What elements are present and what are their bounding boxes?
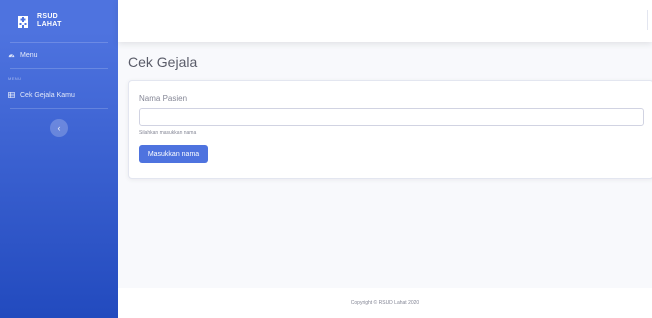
name-help-text: Silahkan masukkan nama [139, 130, 197, 136]
sidebar-toggle-wrap: ‹ [0, 109, 118, 137]
footer: Copyright © RSUD Lahat 2020 [118, 288, 652, 318]
form-card: Nama Pasien Silahkan masukkan nama Masuk… [128, 80, 652, 179]
sidebar-heading: MENU [8, 76, 22, 81]
sidebar-item-cek-gejala[interactable]: Cek Gejala Kamu [0, 83, 118, 108]
brand-text: RSUD LAHAT [37, 13, 62, 29]
sidebar-toggle-button[interactable]: ‹ [50, 119, 68, 137]
name-input[interactable] [139, 108, 644, 126]
submit-name-button[interactable]: Masukkan nama [139, 145, 208, 163]
page-title: Cek Gejala [128, 54, 198, 70]
copyright-text: Copyright © RSUD Lahat 2020 [350, 300, 420, 306]
topbar [118, 0, 652, 42]
brand[interactable]: RSUD LAHAT [0, 0, 118, 42]
dashboard-icon [8, 52, 15, 60]
sidebar-item-label: Cek Gejala Kamu [20, 92, 75, 99]
sidebar: RSUD LAHAT Menu MENU Cek Gejala Kamu ‹ [0, 0, 118, 318]
name-label: Nama Pasien [139, 94, 188, 103]
sidebar-item-label: Menu [20, 52, 38, 59]
brand-line2: LAHAT [37, 21, 62, 28]
table-icon [8, 91, 15, 100]
topbar-divider [647, 10, 648, 30]
sidebar-item-menu[interactable]: Menu [0, 43, 118, 68]
hospital-icon [16, 14, 30, 28]
brand-line1: RSUD [37, 13, 59, 20]
chevron-left-icon: ‹ [57, 123, 61, 133]
